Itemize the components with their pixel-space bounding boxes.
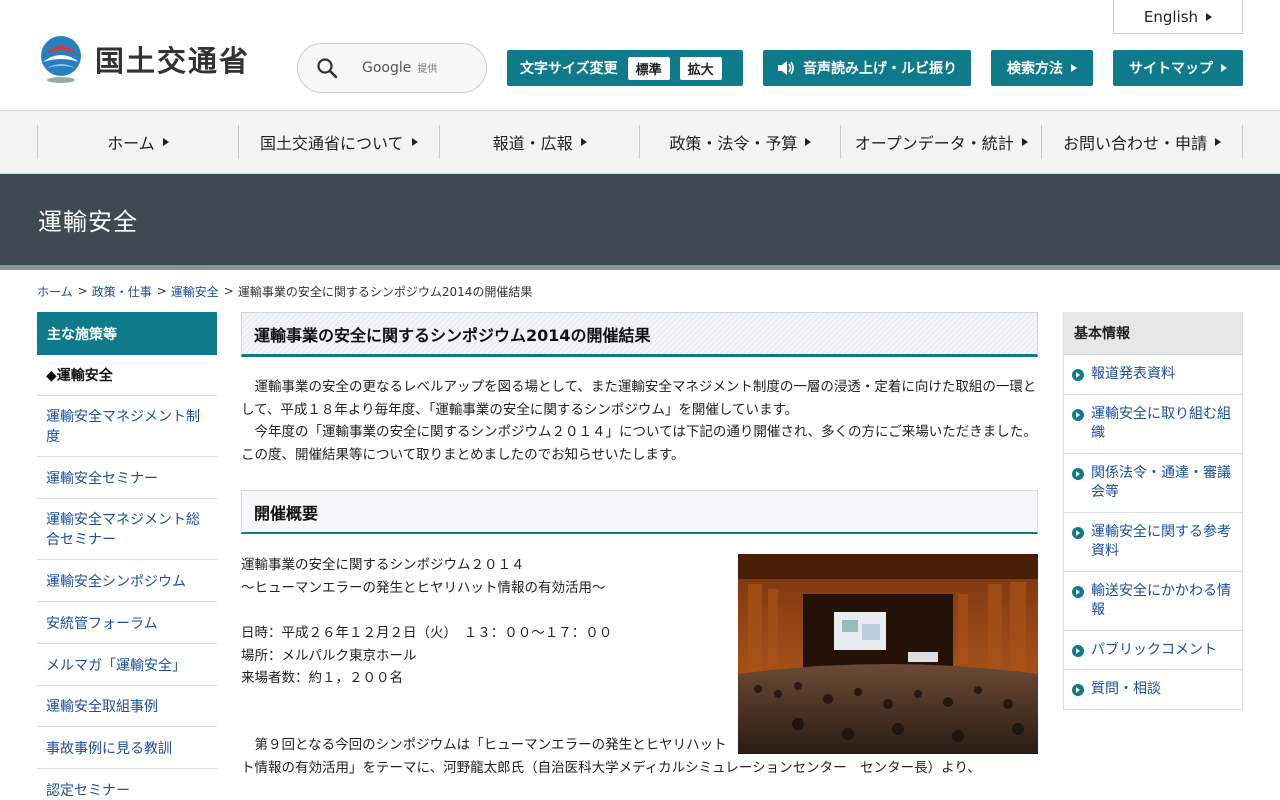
symposium-summary: 第９回となる今回のシンポジウムは「ヒューマンエラーの発生とヒヤリハット ト情報の…	[241, 737, 981, 776]
sidebar-item-seminar[interactable]: 運輸安全セミナー	[37, 457, 217, 499]
event-date: 日時：平成２６年１２月２日（火） １３：００～１７：００	[241, 625, 613, 642]
sidebar-item-safety-management[interactable]: 運輸安全マネジメント制度	[37, 396, 217, 457]
overview-heading: 開催概要	[241, 490, 1038, 535]
logo-text: 国土交通省	[95, 44, 251, 78]
triangle-right-icon	[805, 138, 812, 146]
main-content: 運輸事業の安全に関するシンポジウム2014の開催結果 運輸事業の安全の更なるレベ…	[241, 312, 1038, 794]
sidebar-item-mailmag[interactable]: メルマガ「運輸安全」	[37, 644, 217, 686]
global-nav: ホーム 国土交通省について 報道・広報 政策・法令・予算 オープンデータ・統計 …	[0, 111, 1280, 174]
event-subtitle: ～ヒューマンエラーの発生とヒヤリハット情報の有効活用～	[241, 579, 606, 596]
right-sidebar-heading: 基本情報	[1064, 312, 1242, 355]
left-sidebar: 主な施策等 ◆運輸安全 運輸安全マネジメント制度 運輸安全セミナー 運輸安全マネ…	[37, 312, 217, 800]
speaker-icon	[778, 61, 794, 75]
arrow-circle-icon	[1072, 684, 1084, 696]
arrow-circle-icon	[1072, 408, 1084, 421]
breadcrumb-policy[interactable]: 政策・仕事	[92, 283, 152, 300]
site-search[interactable]: Google 提供	[297, 43, 487, 93]
gnav-item-contact[interactable]: お問い合わせ・申請	[1041, 125, 1243, 159]
triangle-right-icon	[1021, 138, 1028, 146]
triangle-right-icon	[580, 138, 587, 146]
arrow-circle-icon	[1072, 644, 1084, 657]
search-icon[interactable]	[316, 57, 338, 79]
left-sidebar-heading: 主な施策等	[37, 312, 217, 355]
symposium-hall-photo	[738, 554, 1038, 755]
search-provider: Google 提供	[362, 60, 438, 76]
font-size-label: 文字サイズ変更	[520, 61, 618, 77]
sidebar-item-forum[interactable]: 安統管フォーラム	[37, 602, 217, 644]
voice-reading-button[interactable]: 音声読み上げ・ルビ振り	[763, 50, 971, 86]
gnav-item-press[interactable]: 報道・広報	[438, 125, 640, 159]
triangle-right-icon	[1206, 12, 1213, 21]
gnav-item-about[interactable]: 国土交通省について	[237, 125, 439, 159]
gnav-item-opendata[interactable]: オープンデータ・統計	[840, 125, 1041, 159]
left-sidebar-current: ◆運輸安全	[37, 355, 217, 396]
sidebar-item-lessons[interactable]: 事故事例に見る教訓	[37, 727, 217, 769]
sidebar-item-case-studies[interactable]: 運輸安全取組事例	[37, 686, 217, 727]
event-attendance: 来場者数：約１，２００名	[241, 670, 403, 687]
mlit-logo-icon	[41, 36, 81, 83]
font-size-control: 文字サイズ変更 標準 拡大	[507, 50, 743, 86]
event-name: 運輸事業の安全に関するシンポジウム２０１４	[241, 557, 525, 574]
article-heading: 運輸事業の安全に関するシンポジウム2014の開催結果	[241, 312, 1038, 357]
breadcrumb-home[interactable]: ホーム	[37, 283, 73, 300]
site-header: 国土交通省 Google 提供 English 文字サイズ変更 標準 拡大 音声読…	[0, 0, 1280, 111]
font-size-standard-button[interactable]: 標準	[627, 56, 670, 80]
triangle-right-icon	[411, 138, 418, 146]
event-place: 場所：メルパルク東京ホール	[241, 647, 417, 664]
arrow-circle-icon	[1072, 585, 1084, 598]
rside-item-public-comment[interactable]: パブリックコメント	[1064, 631, 1242, 670]
rside-item-questions[interactable]: 質問・相談	[1064, 670, 1242, 709]
gnav-item-policy[interactable]: 政策・法令・予算	[639, 125, 840, 159]
triangle-right-icon	[1215, 138, 1222, 146]
gnav-item-home[interactable]: ホーム	[37, 125, 238, 159]
english-link[interactable]: English	[1113, 0, 1243, 34]
section-title-band: 運輸安全	[0, 174, 1280, 270]
page-title: 運輸安全	[38, 208, 138, 236]
site-logo[interactable]: 国土交通省	[37, 34, 250, 84]
arrow-circle-icon	[1072, 369, 1084, 381]
rside-item-references[interactable]: 運輸安全に関する参考資料	[1064, 513, 1242, 572]
main-area: 主な施策等 ◆運輸安全 運輸安全マネジメント制度 運輸安全セミナー 運輸安全マネ…	[0, 312, 1280, 799]
search-method-button[interactable]: 検索方法	[991, 50, 1093, 86]
triangle-right-icon	[162, 138, 169, 146]
font-size-large-button[interactable]: 拡大	[679, 56, 722, 80]
breadcrumb-transport-safety[interactable]: 運輸安全	[171, 283, 219, 300]
rside-item-transport-info[interactable]: 輸送安全にかかわる情報	[1064, 572, 1242, 631]
right-sidebar: 基本情報 報道発表資料 運輸安全に取り組む組織 関係法令・通達・審議会等 運輸安…	[1063, 312, 1243, 710]
sidebar-item-comprehensive-seminar[interactable]: 運輸安全マネジメント総合セミナー	[37, 499, 217, 560]
intro-text: 運輸事業の安全の更なるレベルアップを図る場として、また運輸安全マネジメント制度の…	[241, 379, 1037, 463]
rside-item-press-releases[interactable]: 報道発表資料	[1064, 355, 1242, 395]
rside-item-laws[interactable]: 関係法令・通達・審議会等	[1064, 454, 1242, 513]
triangle-right-icon	[1221, 64, 1227, 72]
sidebar-item-certified-seminar[interactable]: 認定セミナー	[37, 769, 217, 800]
sidebar-item-symposium[interactable]: 運輸安全シンポジウム	[37, 560, 217, 602]
arrow-circle-icon	[1072, 526, 1084, 539]
event-overview: 運輸事業の安全に関するシンポジウム２０１４ ～ヒューマンエラーの発生とヒヤリハッ…	[241, 554, 1038, 794]
triangle-right-icon	[1071, 64, 1077, 72]
arrow-circle-icon	[1072, 467, 1084, 480]
breadcrumb: ホーム > 政策・仕事 > 運輸安全 > 運輸事業の安全に関するシンポジウム2014の…	[37, 283, 533, 300]
rside-item-organizations[interactable]: 運輸安全に取り組む組織	[1064, 395, 1242, 454]
sitemap-button[interactable]: サイトマップ	[1113, 50, 1243, 86]
breadcrumb-current: 運輸事業の安全に関するシンポジウム2014の開催結果	[237, 284, 533, 299]
event-details: 運輸事業の安全に関するシンポジウム２０１４ ～ヒューマンエラーの発生とヒヤリハッ…	[241, 554, 721, 690]
